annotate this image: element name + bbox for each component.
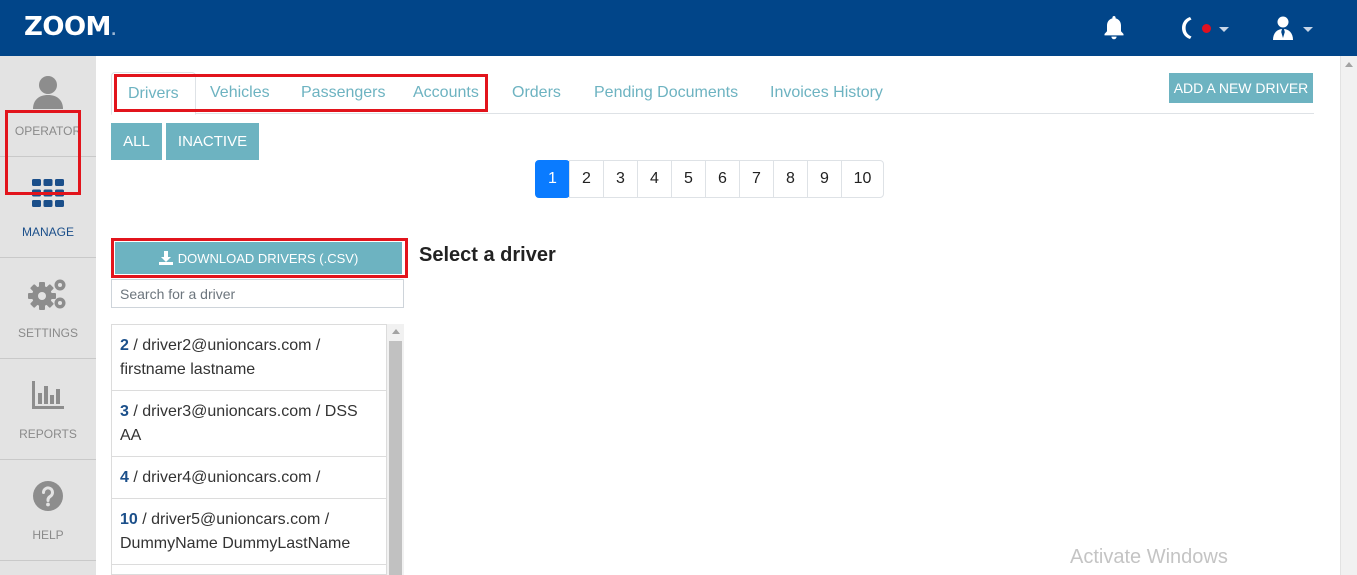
scroll-up-icon[interactable]	[392, 329, 400, 334]
page-9[interactable]: 9	[807, 160, 842, 198]
chevron-down-icon	[1219, 26, 1229, 32]
activate-windows-watermark: Activate Windows	[1070, 546, 1228, 568]
add-new-driver-button[interactable]: ADD A NEW DRIVER	[1169, 73, 1313, 103]
sidebar-item-settings[interactable]: SETTINGS	[0, 258, 96, 359]
gears-icon	[28, 276, 68, 312]
top-bar: ZOOM.	[0, 0, 1357, 56]
driver-list-scroll-thumb[interactable]	[389, 341, 402, 575]
sidebar-item-help[interactable]: HELP	[0, 460, 96, 561]
driver-search-input[interactable]	[111, 279, 404, 308]
driver-list-item[interactable]: 3 / driver3@unioncars.com / DSS AA	[112, 391, 386, 457]
page-1[interactable]: 1	[535, 160, 570, 198]
driver-list-item[interactable]: 2 / driver2@unioncars.com / firstname la…	[112, 325, 386, 391]
manage-highlight-box	[5, 110, 81, 195]
driver-list-item[interactable]: 4 / driver4@unioncars.com /	[112, 457, 386, 499]
sidebar-item-reports[interactable]: REPORTS	[0, 359, 96, 460]
download-highlight-box	[111, 238, 408, 278]
filter-all-button[interactable]: ALL	[111, 123, 162, 160]
user-icon	[32, 74, 64, 110]
user-account-icon	[1273, 16, 1293, 40]
filter-inactive-button[interactable]: INACTIVE	[166, 123, 259, 160]
phone-icon	[1182, 17, 1192, 39]
page-8[interactable]: 8	[773, 160, 808, 198]
zoom-logo[interactable]: ZOOM.	[24, 12, 116, 42]
page-10[interactable]: 10	[841, 160, 884, 198]
question-icon	[32, 478, 64, 514]
tabs-highlight-box	[114, 74, 488, 112]
bar-chart-icon	[32, 377, 64, 413]
scroll-up-icon[interactable]	[1345, 62, 1353, 67]
notifications-bell-icon[interactable]	[1102, 0, 1126, 56]
driver-list: 2 / driver2@unioncars.com / firstname la…	[111, 324, 387, 575]
tab-invoices-history[interactable]: Invoices History	[754, 72, 899, 114]
user-menu-dropdown[interactable]	[1271, 0, 1313, 56]
pagination: 1 2 3 4 5 6 7 8 9 10	[535, 160, 884, 198]
page-5[interactable]: 5	[671, 160, 706, 198]
select-driver-title: Select a driver	[419, 244, 556, 266]
page-4[interactable]: 4	[637, 160, 672, 198]
chevron-down-icon	[1303, 26, 1313, 32]
driver-list-item[interactable]: 10 / driver5@unioncars.com / DummyName D…	[112, 499, 386, 565]
page-2[interactable]: 2	[569, 160, 604, 198]
tab-orders[interactable]: Orders	[496, 72, 577, 114]
tab-pending-documents[interactable]: Pending Documents	[578, 72, 754, 114]
status-dot	[1202, 23, 1211, 33]
driver-list-scrollbar[interactable]	[387, 324, 404, 575]
page-scrollbar[interactable]	[1340, 56, 1357, 575]
phone-status-dropdown[interactable]	[1180, 0, 1229, 56]
page-6[interactable]: 6	[705, 160, 740, 198]
page-3[interactable]: 3	[603, 160, 638, 198]
page-7[interactable]: 7	[739, 160, 774, 198]
driver-list-item[interactable]	[112, 565, 386, 574]
